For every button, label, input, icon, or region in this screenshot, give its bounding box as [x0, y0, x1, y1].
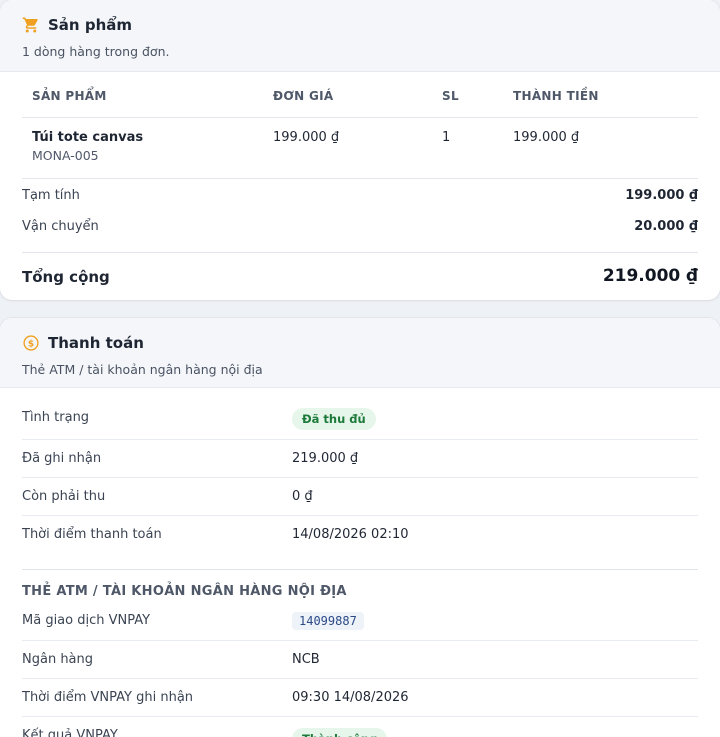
amount-received-value: 219.000 ₫: [292, 451, 359, 466]
bank-value: NCB: [292, 652, 320, 667]
shipping-value: 20.000 ₫: [634, 219, 698, 234]
grand-total-label: Tổng cộng: [22, 268, 110, 286]
subtotal-value: 199.000 ₫: [625, 188, 698, 203]
product-unit-price: 199.000 ₫: [273, 130, 340, 145]
products-card: Sản phẩm 1 dòng hàng trong đơn. SẢN PHẨM…: [0, 0, 720, 300]
products-table: SẢN PHẨM ĐƠN GIÁ SL THÀNH TIỀN Túi tote …: [22, 72, 698, 179]
payment-time-label: Thời điểm thanh toán: [22, 527, 162, 542]
status-badge: Đã thu đủ: [292, 408, 376, 430]
payment-time-row: Thời điểm thanh toán 14/08/2026 02:10: [22, 516, 698, 554]
grand-total-row: Tổng cộng 219.000 ₫: [22, 252, 698, 286]
payment-card-title: Thanh toán: [48, 334, 144, 352]
table-header: SẢN PHẨM ĐƠN GIÁ SL THÀNH TIỀN: [22, 72, 698, 118]
transaction-id-row: Mã giao dịch VNPAY 14099887: [22, 603, 698, 641]
gateway-details-list: Mã giao dịch VNPAY 14099887 Ngân hàng NC…: [22, 603, 698, 737]
amount-due-row: Còn phải thu 0 ₫: [22, 478, 698, 516]
amount-due-label: Còn phải thu: [22, 489, 106, 504]
transaction-id-value: 14099887: [292, 612, 364, 630]
payment-status-label: Tình trạng: [22, 410, 90, 425]
table-row: Túi tote canvas MONA-005 199.000 ₫ 1 199…: [22, 118, 698, 179]
gateway-time-row: Thời điểm VNPAY ghi nhận 09:30 14/08/202…: [22, 679, 698, 717]
column-header-quantity: SL: [442, 89, 459, 103]
grand-total-value: 219.000 ₫: [602, 266, 698, 286]
payment-status-row: Tình trạng Đã thu đủ: [22, 388, 698, 440]
column-header-unit-price: ĐƠN GIÁ: [273, 89, 334, 103]
amount-due-value: 0 ₫: [292, 489, 313, 504]
column-header-line-total: THÀNH TIỀN: [513, 89, 599, 103]
gateway-result-row: Kết quả VNPAY Thành công: [22, 717, 698, 737]
products-card-title: Sản phẩm: [48, 16, 132, 34]
product-sku: MONA-005: [32, 148, 99, 163]
subtotal-label: Tạm tính: [22, 188, 80, 203]
transaction-id-label: Mã giao dịch VNPAY: [22, 613, 151, 628]
product-line-total: 199.000 ₫: [513, 130, 580, 145]
amount-received-row: Đã ghi nhận 219.000 ₫: [22, 440, 698, 478]
gateway-section-title: THẺ ATM / TÀI KHOẢN NGÂN HÀNG NỘI ĐỊA: [22, 584, 347, 599]
payment-card-header: $ Thanh toán Thẻ ATM / tài khoản ngân hà…: [0, 318, 720, 388]
gateway-time-value: 09:30 14/08/2026: [292, 690, 409, 705]
payment-time-value: 14/08/2026 02:10: [292, 527, 409, 542]
products-card-subtitle: 1 dòng hàng trong đơn.: [22, 44, 170, 59]
payment-card-subtitle: Thẻ ATM / tài khoản ngân hàng nội địa: [22, 362, 263, 377]
amount-received-label: Đã ghi nhận: [22, 451, 102, 466]
bank-row: Ngân hàng NCB: [22, 641, 698, 679]
gateway-result-badge: Thành công: [292, 728, 388, 737]
gateway-result-label: Kết quả VNPAY: [22, 728, 118, 737]
products-card-header: Sản phẩm 1 dòng hàng trong đơn.: [0, 0, 720, 72]
shipping-row: Vận chuyển 20.000 ₫: [22, 211, 698, 242]
cart-icon: [22, 16, 40, 34]
bank-label: Ngân hàng: [22, 652, 94, 667]
section-divider: [22, 569, 698, 570]
payment-status-list: Tình trạng Đã thu đủ Đã ghi nhận 219.000…: [22, 388, 698, 554]
product-name: Túi tote canvas: [32, 130, 144, 145]
svg-text:$: $: [28, 339, 34, 349]
subtotal-row: Tạm tính 199.000 ₫: [22, 180, 698, 211]
dollar-coin-icon: $: [22, 334, 40, 352]
shipping-label: Vận chuyển: [22, 219, 99, 234]
column-header-product: SẢN PHẨM: [32, 89, 107, 103]
order-summary: Tạm tính 199.000 ₫ Vận chuyển 20.000 ₫ T…: [22, 180, 698, 286]
product-quantity: 1: [442, 130, 451, 145]
gateway-time-label: Thời điểm VNPAY ghi nhận: [22, 690, 194, 705]
